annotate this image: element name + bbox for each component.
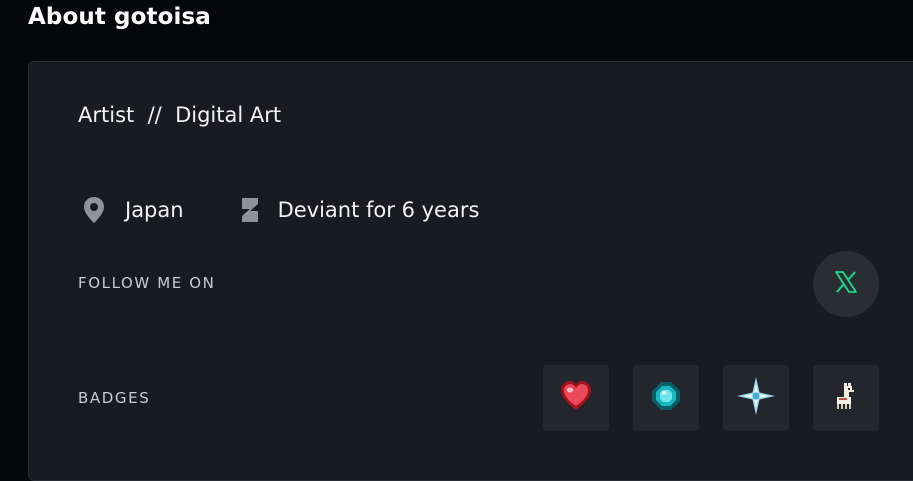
location-item: Japan: [81, 195, 184, 225]
badge-sparkle[interactable]: [723, 365, 789, 431]
heart-badge-icon: [558, 379, 594, 417]
profile-tagline: Artist // Digital Art: [78, 103, 282, 127]
deviantart-logo-icon: [236, 195, 262, 225]
llama-badge-icon: [834, 381, 858, 415]
badge-gem[interactable]: [633, 365, 699, 431]
about-card: Artist // Digital Art Japan Deviant for …: [28, 61, 913, 481]
location-pin-icon: [81, 195, 107, 225]
badge-list: [543, 365, 903, 431]
section-title: About gotoisa: [28, 4, 211, 30]
membership-text: Deviant for 6 years: [277, 198, 480, 222]
membership-item: Deviant for 6 years: [236, 195, 480, 225]
badge-llama[interactable]: [813, 365, 879, 431]
badges-label: BADGES: [78, 389, 151, 407]
location-text: Japan: [125, 198, 184, 222]
sparkle-badge-icon: [736, 376, 776, 420]
x-twitter-icon: [834, 270, 858, 298]
gem-badge-icon: [650, 380, 682, 416]
follow-label: FOLLOW ME ON: [78, 274, 216, 292]
badge-heart[interactable]: [543, 365, 609, 431]
x-twitter-link-button[interactable]: [813, 251, 879, 317]
profile-meta: Japan Deviant for 6 years: [81, 193, 479, 227]
